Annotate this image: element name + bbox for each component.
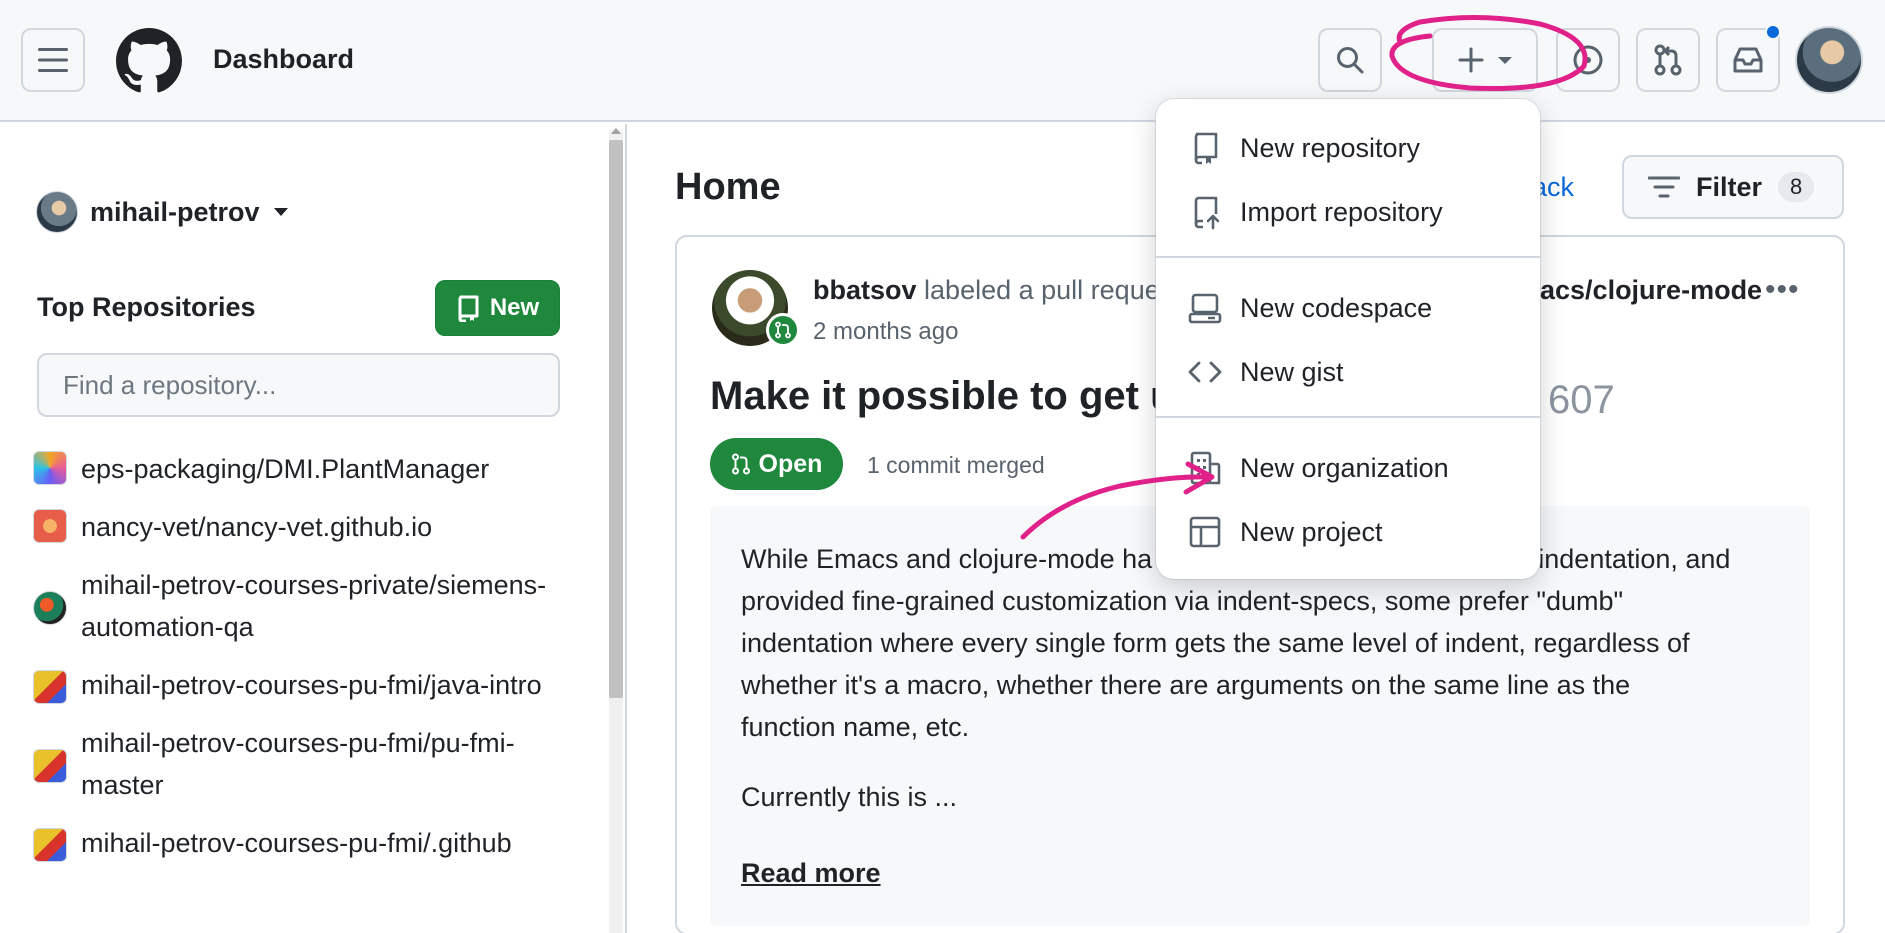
menu-item-new-organization[interactable]: New organization <box>1188 440 1528 496</box>
body-line: While Emacs and clojure-mode ha <box>741 544 1153 574</box>
user-avatar[interactable] <box>1795 26 1863 94</box>
search-button[interactable] <box>1318 28 1382 92</box>
menu-divider <box>1156 256 1540 258</box>
repo-avatar <box>33 509 67 543</box>
repo-push-icon <box>1194 196 1220 230</box>
plus-icon <box>1458 47 1484 73</box>
status-badge: Open <box>710 438 843 490</box>
pull-request-body-more: Currently this is ... <box>741 782 958 812</box>
list-item[interactable]: nancy-vet/nancy-vet.github.io <box>33 506 573 548</box>
repo-link[interactable]: eps-packaging/DMI.PlantManager <box>81 448 489 490</box>
menu-item-new-codespace[interactable]: New codespace <box>1188 280 1528 336</box>
menu-item-label: Import repository <box>1240 196 1443 227</box>
pull-request-number[interactable]: 607 <box>1548 378 1615 423</box>
repo-link[interactable]: mihail-petrov-courses-pu-fmi/.github <box>81 822 512 864</box>
chevron-down-icon <box>1498 56 1512 64</box>
sidebar-scrollbar-thumb[interactable] <box>609 140 623 698</box>
pull-requests-icon <box>1654 44 1682 76</box>
activity-repo-link[interactable]: acs/clojure-mode <box>1540 275 1762 306</box>
avatar <box>36 191 78 233</box>
body-line: function name, etc. <box>741 712 970 742</box>
actor-name[interactable]: bbatsov <box>813 275 917 305</box>
list-item[interactable]: mihail-petrov-courses-pu-fmi/pu-fmi-mast… <box>33 722 573 806</box>
repo-link[interactable]: mihail-petrov-courses-pu-fmi/java-intro <box>81 664 542 706</box>
repo-avatar <box>33 669 67 704</box>
menu-item-label: New codespace <box>1240 292 1433 323</box>
username: mihail-petrov <box>90 196 260 227</box>
repo-avatar <box>33 827 67 862</box>
context-switcher[interactable]: mihail-petrov <box>36 191 288 233</box>
create-new-dropdown: New repository Import repository New cod… <box>1156 99 1540 579</box>
body-line: provided fine-grained customization via … <box>741 586 1624 616</box>
menu-item-import-repository[interactable]: Import repository <box>1188 184 1528 240</box>
list-item[interactable]: eps-packaging/DMI.PlantManager <box>33 448 573 490</box>
create-new-button[interactable] <box>1432 28 1538 92</box>
read-more-link[interactable]: Read more <box>741 858 881 889</box>
notification-indicator <box>1765 24 1781 40</box>
sidebar-divider <box>625 124 627 933</box>
menu-item-label: New repository <box>1240 132 1421 163</box>
filter-button[interactable]: Filter 8 <box>1622 155 1844 219</box>
pull-requests-button[interactable] <box>1636 28 1700 92</box>
status-label: Open <box>758 449 823 478</box>
menu-item-label: New gist <box>1240 356 1344 387</box>
scroll-up-arrow-icon[interactable] <box>611 128 621 134</box>
repo-link[interactable]: mihail-petrov-courses-pu-fmi/pu-fmi-mast… <box>81 722 573 806</box>
codespace-icon <box>1188 293 1222 324</box>
inbox-icon <box>1733 47 1763 73</box>
menu-item-new-gist[interactable]: New gist <box>1188 344 1528 400</box>
home-heading: Home <box>675 166 781 208</box>
repo-icon <box>1194 132 1218 165</box>
top-repositories-heading: Top Repositories <box>37 292 256 322</box>
list-item[interactable]: mihail-petrov-courses-pu-fmi/java-intro <box>33 664 573 706</box>
menu-item-label: New organization <box>1240 452 1449 483</box>
organization-icon <box>1190 451 1221 485</box>
commit-summary: 1 commit merged <box>867 452 1045 478</box>
new-button-label: New <box>489 294 540 321</box>
repo-avatar <box>33 590 67 625</box>
list-item[interactable]: mihail-petrov-courses-pu-fmi/.github <box>33 822 573 864</box>
filter-count-badge: 8 <box>1778 172 1815 202</box>
table-icon <box>1189 516 1221 548</box>
repo-link[interactable]: mihail-petrov-courses-private/siemens-au… <box>81 564 573 648</box>
activity-time: 2 months ago <box>813 318 959 345</box>
menu-icon <box>38 48 68 72</box>
page-title[interactable]: Dashboard <box>213 44 354 75</box>
sidebar: mihail-petrov Top Repositories New eps-p… <box>0 124 605 933</box>
menu-item-new-project[interactable]: New project <box>1188 504 1528 560</box>
top-header: Dashboard <box>0 0 1885 122</box>
more-options-icon[interactable]: ••• <box>1765 273 1800 307</box>
list-item[interactable]: mihail-petrov-courses-private/siemens-au… <box>33 564 573 648</box>
activity-line: bbatsov labeled a pull reque <box>813 275 1160 306</box>
activity-action: labeled a pull reque <box>924 275 1160 305</box>
new-repository-button[interactable]: New <box>435 280 560 336</box>
repository-list: eps-packaging/DMI.PlantManager nancy-vet… <box>33 448 573 880</box>
menu-divider <box>1156 416 1540 418</box>
filter-label: Filter <box>1696 171 1763 202</box>
code-icon <box>1188 361 1222 383</box>
filter-icon <box>1648 176 1680 198</box>
find-repository-input[interactable] <box>37 353 560 417</box>
repo-avatar <box>33 451 67 485</box>
body-line: whether it's a macro, whether there are … <box>741 670 1631 700</box>
pull-request-badge-icon <box>766 313 800 347</box>
repo-avatar <box>33 748 67 783</box>
repo-icon <box>458 295 479 322</box>
search-icon <box>1337 47 1364 74</box>
menu-button[interactable] <box>21 28 85 92</box>
menu-item-label: New project <box>1240 516 1383 547</box>
pull-request-title[interactable]: Make it possible to get u <box>710 374 1175 419</box>
pull-request-open-icon <box>731 453 750 475</box>
menu-item-new-repository[interactable]: New repository <box>1188 120 1528 176</box>
issues-button[interactable] <box>1556 28 1620 92</box>
github-logo[interactable] <box>116 28 182 94</box>
body-line: indentation where every single form gets… <box>741 628 1690 658</box>
issues-icon <box>1573 45 1603 75</box>
body-line: " indentation, and <box>1521 544 1731 574</box>
caret-down-icon <box>273 208 288 216</box>
repo-link[interactable]: nancy-vet/nancy-vet.github.io <box>81 506 432 548</box>
